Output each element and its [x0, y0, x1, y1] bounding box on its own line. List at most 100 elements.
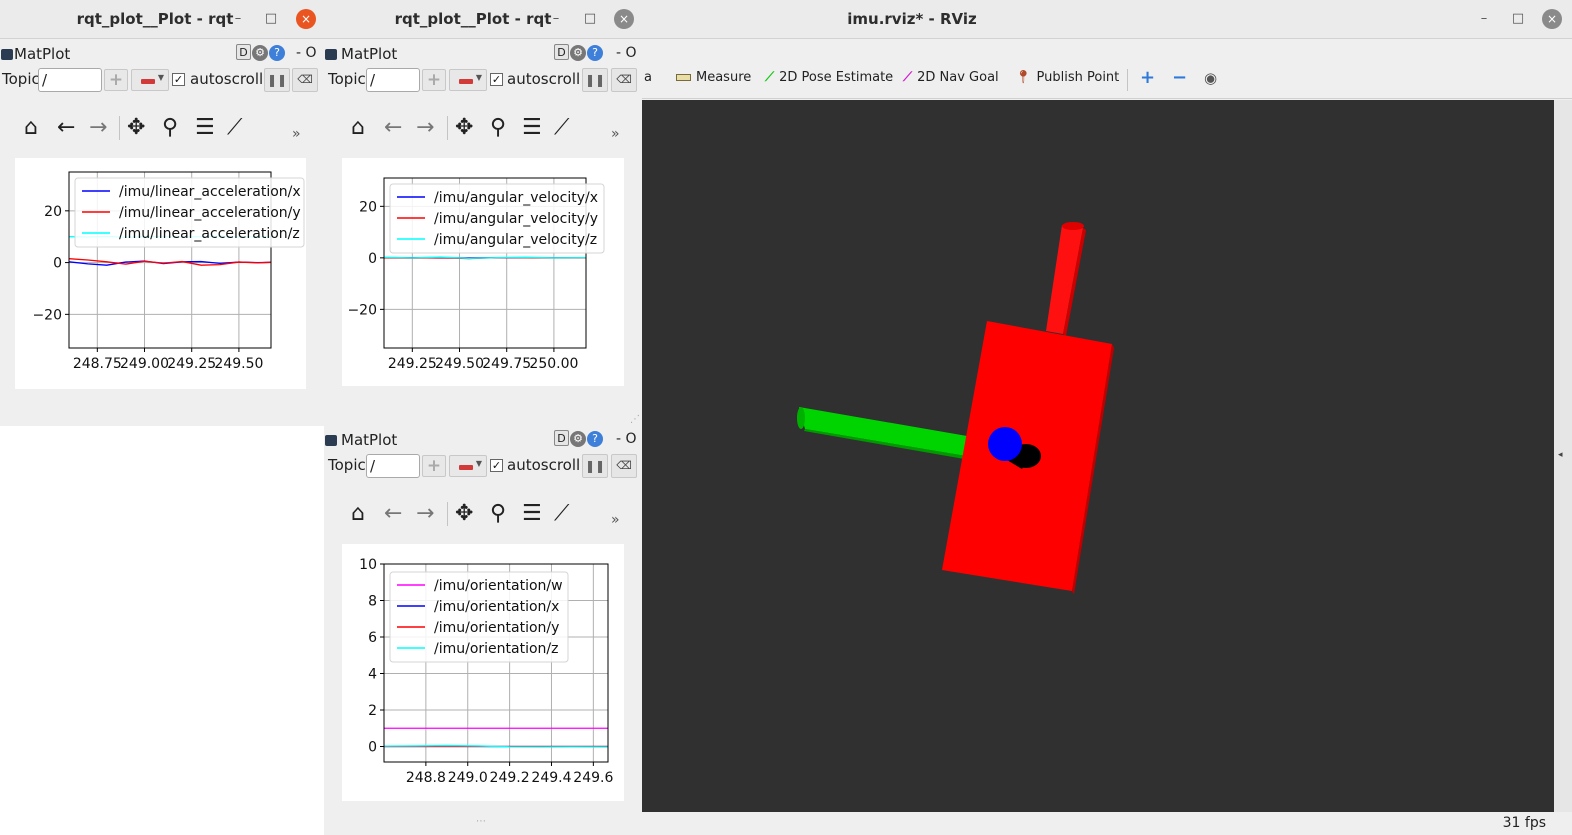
legend-label: /imu/orientation/z: [434, 641, 558, 657]
remove-topic-dropdown[interactable]: ▼: [131, 69, 169, 91]
topic-input[interactable]: /: [38, 68, 102, 92]
configure-icon[interactable]: ☰: [522, 114, 542, 142]
minimize-button[interactable]: –: [228, 9, 248, 29]
clear-button[interactable]: ⌫: [292, 68, 318, 92]
topic-input[interactable]: /: [366, 454, 420, 478]
tool-publish-point[interactable]: 📍︎ Publish Point: [1015, 70, 1119, 85]
maximize-button[interactable]: □: [580, 9, 600, 29]
home-icon[interactable]: ⌂: [351, 114, 365, 142]
add-topic-button[interactable]: +: [422, 455, 446, 477]
pause-button[interactable]: ❚❚: [264, 68, 290, 92]
remove-tool-button[interactable]: −: [1172, 67, 1187, 88]
topic-row: Topic / + ▼ ✓ autoscroll ❚❚ ⌫: [324, 454, 642, 480]
close-button[interactable]: ×: [296, 9, 316, 29]
x-tick-label: 249.25: [388, 356, 437, 372]
gear-icon[interactable]: ⚙: [252, 45, 268, 61]
clear-button[interactable]: ⌫: [611, 68, 637, 92]
help-icon[interactable]: ?: [269, 45, 285, 61]
panel-name: MatPlot: [341, 45, 398, 63]
titlebar[interactable]: imu.rviz* - RViz – □ ×: [642, 0, 1572, 39]
close-button[interactable]: ×: [1542, 9, 1562, 29]
render-viewport[interactable]: [642, 100, 1554, 812]
zoom-icon[interactable]: ⚲: [162, 114, 178, 142]
add-tool-button[interactable]: +: [1140, 67, 1155, 88]
pause-button[interactable]: ❚❚: [582, 454, 608, 478]
dock-button[interactable]: D: [554, 430, 569, 446]
remove-topic-dropdown[interactable]: ▼: [449, 455, 487, 477]
back-icon[interactable]: ←: [384, 500, 402, 528]
more-icon[interactable]: »: [292, 120, 301, 148]
titlebar[interactable]: rqt_plot__Plot - rqt – □ ×: [0, 0, 324, 39]
titlebar[interactable]: rqt_plot__Plot - rqt – □ ×: [324, 0, 642, 39]
forward-icon[interactable]: →: [89, 114, 107, 142]
add-topic-button[interactable]: +: [422, 69, 446, 91]
collapse-arrow-icon[interactable]: ◂: [1558, 450, 1563, 460]
tool-partial[interactable]: a: [644, 70, 652, 85]
plot-canvas[interactable]: 248.8 249.0 249.2 249.4 249.6 10 8 6 4 2 0/imu/ori…: [342, 544, 624, 801]
maximize-button[interactable]: □: [261, 9, 281, 29]
home-icon[interactable]: ⌂: [351, 500, 365, 528]
chart-orientation: 248.8 249.0 249.2 249.4 249.6 10 8 6 4 2 0/imu/ori…: [359, 557, 613, 786]
ruler-icon: [676, 74, 691, 81]
zoom-icon[interactable]: ⚲: [490, 114, 506, 142]
forward-icon[interactable]: →: [416, 114, 434, 142]
autoscroll-checkbox[interactable]: ✓: [490, 459, 503, 472]
panel-close-button[interactable]: - O: [296, 45, 317, 61]
clear-button[interactable]: ⌫: [611, 454, 637, 478]
x-tick-label: 249.50: [435, 356, 484, 372]
more-icon[interactable]: »: [611, 506, 620, 534]
chevron-down-icon: ▼: [475, 73, 482, 82]
pause-button[interactable]: ❚❚: [582, 68, 608, 92]
tool-2d-pose-estimate[interactable]: ⟋ 2D Pose Estimate: [765, 70, 893, 85]
y-tick-label: 6: [368, 630, 377, 646]
edit-curves-icon[interactable]: ⟋: [554, 500, 569, 528]
tool-measure[interactable]: Measure: [676, 70, 751, 85]
remove-topic-dropdown[interactable]: ▼: [449, 69, 487, 91]
more-icon[interactable]: »: [611, 120, 620, 148]
eye-icon[interactable]: ◉: [1204, 69, 1217, 87]
back-icon[interactable]: ←: [57, 114, 75, 142]
close-button[interactable]: ×: [614, 9, 634, 29]
edit-curves-icon[interactable]: ⟋: [227, 114, 242, 142]
dock-button[interactable]: D: [554, 44, 569, 60]
x-tick-label: 249.0: [448, 770, 488, 786]
panel-close-button[interactable]: - O: [616, 45, 637, 61]
panel-close-button[interactable]: - O: [616, 431, 637, 447]
autoscroll-checkbox[interactable]: ✓: [172, 73, 185, 86]
resize-grip[interactable]: ⋯: [476, 816, 486, 827]
configure-icon[interactable]: ☰: [195, 114, 215, 142]
minimize-button[interactable]: –: [1474, 9, 1494, 29]
topic-input[interactable]: /: [366, 68, 420, 92]
dock-button[interactable]: D: [236, 44, 251, 60]
plot-canvas[interactable]: 249.25 249.50 249.75 250.00 20 0 −20/imu/angul…: [342, 158, 624, 386]
panel-name: MatPlot: [14, 45, 71, 63]
forward-icon[interactable]: →: [416, 500, 434, 528]
maximize-button[interactable]: □: [1508, 9, 1528, 29]
pan-icon[interactable]: ✥: [455, 114, 473, 142]
rqt-plot-window-middle: rqt_plot__Plot - rqt – □ × MatPlot D ⚙? -…: [324, 0, 642, 835]
autoscroll-checkbox[interactable]: ✓: [490, 73, 503, 86]
help-icon[interactable]: ?: [587, 45, 603, 61]
gear-icon[interactable]: ⚙: [570, 45, 586, 61]
configure-icon[interactable]: ☰: [522, 500, 542, 528]
legend-label: /imu/linear_acceleration/x: [119, 184, 301, 200]
x-tick-label: 248.75: [73, 356, 122, 372]
rqt-plot-window-left: rqt_plot__Plot - rqt – □ × MatPlot D ⚙? -…: [0, 0, 324, 426]
zoom-icon[interactable]: ⚲: [490, 500, 506, 528]
resize-grip[interactable]: ⋰: [630, 414, 640, 425]
home-icon[interactable]: ⌂: [24, 114, 38, 142]
tool-2d-nav-goal[interactable]: ⟋ 2D Nav Goal: [903, 70, 999, 85]
gear-icon[interactable]: ⚙: [570, 431, 586, 447]
side-panel-collapse[interactable]: ◂: [1554, 100, 1572, 812]
pan-icon[interactable]: ✥: [455, 500, 473, 528]
help-icon[interactable]: ?: [587, 431, 603, 447]
add-topic-button[interactable]: +: [104, 69, 128, 91]
plot-canvas[interactable]: 248.75 249.00 249.25 249.50 20 0 −20/imu/linea…: [15, 158, 306, 389]
y-tick-label: 20: [359, 199, 377, 215]
edit-curves-icon[interactable]: ⟋: [554, 114, 569, 142]
back-icon[interactable]: ←: [384, 114, 402, 142]
mpl-toolbar: ⌂ ← → ✥ ⚲ ☰ ⟋ »: [0, 110, 324, 146]
minimize-button[interactable]: –: [546, 9, 566, 29]
minus-icon: [141, 79, 155, 84]
pan-icon[interactable]: ✥: [127, 114, 145, 142]
